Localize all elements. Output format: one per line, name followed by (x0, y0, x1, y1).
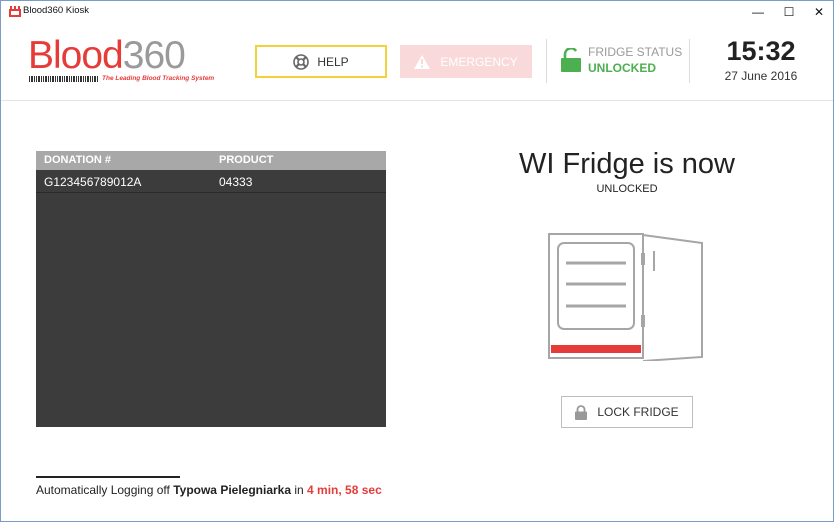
minimize-button[interactable]: — (743, 3, 773, 21)
emergency-label: EMERGENCY (440, 54, 518, 69)
fridge-state-subtitle: UNLOCKED (596, 183, 658, 195)
unlocked-padlock-icon (561, 48, 581, 72)
padlock-icon (575, 404, 588, 420)
logo-wordmark: Blood360 (28, 34, 186, 77)
logoff-mid: in (291, 483, 308, 497)
column-header-product: PRODUCT (219, 154, 274, 166)
help-button[interactable]: HELP (255, 45, 387, 78)
product-cell: 04333 (219, 175, 253, 189)
donations-table: DONATION # PRODUCT G123456789012A 04333 (36, 151, 386, 427)
logo-word-360: 360 (122, 34, 186, 77)
logo-tagline: The Leading Blood Tracking System (102, 75, 215, 82)
close-button[interactable]: ✕ (804, 3, 834, 21)
barcode-icon (29, 76, 98, 82)
lifebuoy-icon (293, 53, 310, 70)
warning-icon (414, 54, 431, 69)
open-fridge-icon (548, 233, 703, 361)
window-title: Blood360 Kiosk (23, 5, 90, 16)
emergency-button[interactable]: EMERGENCY (400, 45, 532, 78)
clock-time: 15:32 (726, 36, 796, 66)
logoff-countdown: 4 min, 58 sec (307, 483, 382, 497)
lock-fridge-label: LOCK FRIDGE (597, 405, 679, 419)
header-divider (546, 39, 547, 83)
logo-word-blood: Blood (28, 34, 124, 77)
donation-number-cell: G123456789012A (44, 175, 142, 189)
logoff-user: Typowa Pielegniarka (173, 483, 292, 497)
blood360-logo: Blood360 The Leading Blood Tracking Syst… (28, 34, 228, 87)
lock-fridge-button[interactable]: LOCK FRIDGE (561, 396, 693, 428)
fridge-status-label: FRIDGE STATUS (588, 45, 683, 59)
logoff-progress-bar (36, 476, 180, 478)
clock: 15:32 27 June 2016 (701, 35, 821, 83)
fridge-status: FRIDGE STATUS UNLOCKED (561, 45, 683, 79)
app-header: Blood360 The Leading Blood Tracking Syst… (1, 23, 833, 101)
app-icon (9, 6, 21, 17)
clock-date: 27 June 2016 (724, 69, 798, 83)
help-label: HELP (317, 54, 349, 69)
fridge-status-value: UNLOCKED (588, 61, 656, 75)
logoff-prefix: Automatically Logging off (36, 483, 174, 497)
header-divider (689, 39, 690, 83)
kiosk-window: Blood360 Kiosk — ☐ ✕ Blood360 The Leadin… (0, 0, 834, 522)
table-row[interactable]: G123456789012A 04333 (36, 170, 386, 193)
maximize-button[interactable]: ☐ (774, 3, 804, 21)
table-header: DONATION # PRODUCT (36, 151, 386, 170)
auto-logoff-message: Automatically Logging off Typowa Pielegn… (36, 483, 382, 497)
title-bar: Blood360 Kiosk — ☐ ✕ (1, 1, 833, 23)
column-header-donation: DONATION # (44, 154, 112, 166)
fridge-state-heading: WI Fridge is now (519, 148, 735, 180)
